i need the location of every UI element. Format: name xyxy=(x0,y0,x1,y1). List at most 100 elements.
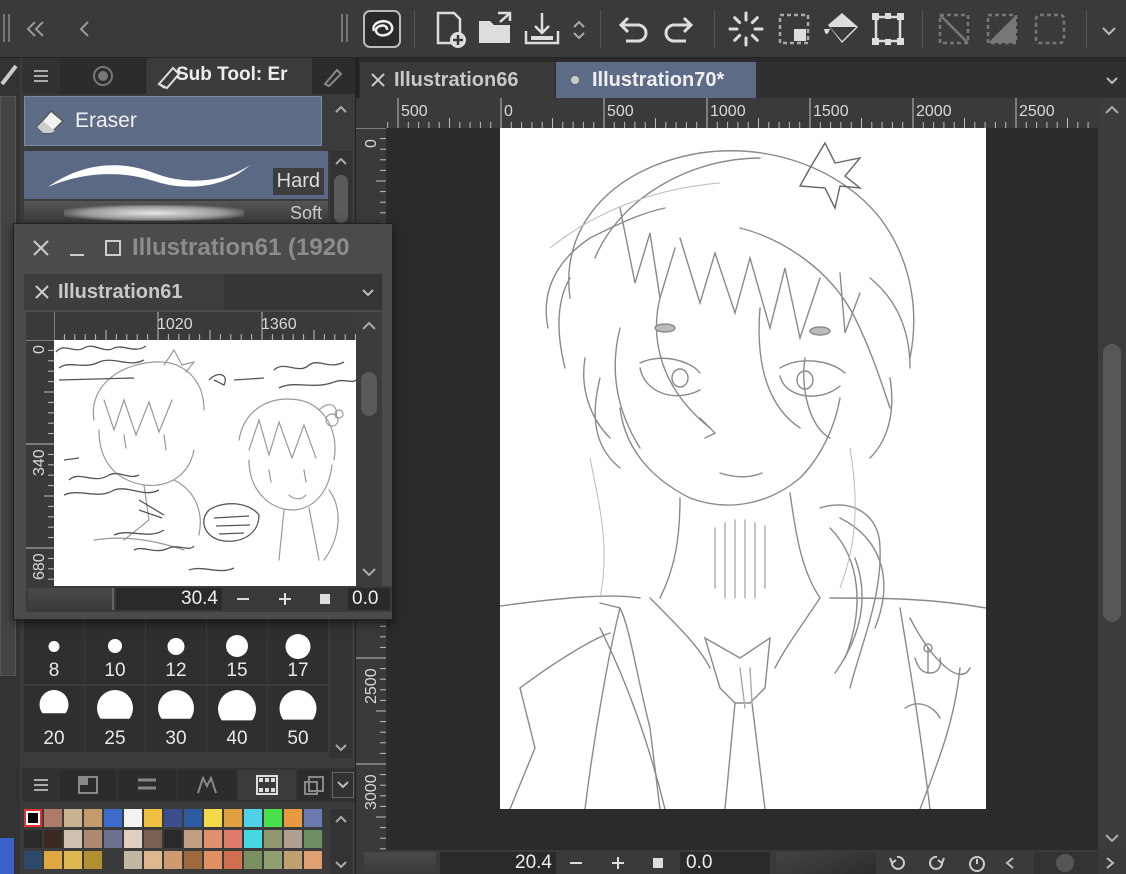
color-swatch[interactable] xyxy=(104,830,122,848)
maximize-window-icon[interactable] xyxy=(102,237,124,259)
new-file-icon[interactable] xyxy=(430,9,470,49)
scroll-right-icon[interactable] xyxy=(1100,852,1120,874)
color-swatch[interactable] xyxy=(224,809,242,827)
zoom-value[interactable]: 20.4 xyxy=(440,852,556,874)
scrollbar-thumb[interactable] xyxy=(1103,344,1121,622)
tab-illustration61[interactable]: Illustration61 xyxy=(24,274,224,310)
color-swatch[interactable] xyxy=(124,851,142,869)
selection-border-icon[interactable] xyxy=(1030,9,1070,49)
redo-icon[interactable] xyxy=(660,9,700,49)
canvas-paper[interactable] xyxy=(500,128,986,809)
color-swatch[interactable] xyxy=(304,851,322,869)
color-swatch[interactable] xyxy=(244,851,262,869)
color-swatch[interactable] xyxy=(84,830,102,848)
panel-grip-icon[interactable] xyxy=(338,12,352,44)
color-swatch[interactable] xyxy=(64,851,82,869)
loading-spinner-icon[interactable] xyxy=(726,9,766,49)
sub-tool-item-eraser[interactable]: Eraser xyxy=(24,96,322,146)
tab-intermediate-color[interactable] xyxy=(178,770,236,800)
fill-bucket-icon[interactable] xyxy=(822,9,862,49)
color-swatch[interactable] xyxy=(104,809,122,827)
brush-size-preset[interactable]: 10 xyxy=(85,618,145,684)
brush-size-preset[interactable]: 20 xyxy=(24,686,84,752)
brush-tip-hard[interactable]: Hard xyxy=(24,151,328,199)
color-swatch[interactable] xyxy=(204,851,222,869)
float-vertical-scrollbar[interactable] xyxy=(356,312,382,586)
panel-menu-icon[interactable] xyxy=(30,774,52,796)
zoom-out-icon[interactable] xyxy=(564,852,588,874)
color-swatch[interactable] xyxy=(144,851,162,869)
color-swatch[interactable] xyxy=(164,830,182,848)
zoom-slider[interactable] xyxy=(364,852,436,874)
color-swatch[interactable] xyxy=(64,830,82,848)
color-swatch[interactable] xyxy=(104,851,122,869)
float-vertical-ruler[interactable]: 0 340 680 xyxy=(26,340,54,586)
color-swatch[interactable] xyxy=(124,809,142,827)
zoom-in-icon[interactable] xyxy=(606,852,630,874)
color-swatch[interactable] xyxy=(304,830,322,848)
save-icon[interactable] xyxy=(522,9,562,49)
color-swatch[interactable] xyxy=(184,851,202,869)
fit-page-icon[interactable] xyxy=(646,852,670,874)
brush-size-preset[interactable]: 8 xyxy=(24,618,84,684)
select-all-icon[interactable] xyxy=(774,9,814,49)
color-swatch[interactable] xyxy=(144,809,162,827)
rotation-value[interactable]: 0.0 xyxy=(680,852,770,874)
pen-tool-icon[interactable] xyxy=(0,60,18,88)
panel-menu-icon[interactable] xyxy=(30,64,52,88)
float-horizontal-ruler[interactable]: 1020 1360 xyxy=(54,312,356,340)
canvas-vertical-scrollbar[interactable] xyxy=(1098,98,1126,850)
scroll-left-icon[interactable] xyxy=(1000,852,1020,874)
rotate-left-icon[interactable] xyxy=(884,852,910,874)
brush-size-preset[interactable]: 25 xyxy=(85,686,145,752)
scrollbar-thumb[interactable] xyxy=(361,372,377,416)
rotation-slider[interactable] xyxy=(776,852,876,874)
more-tabs-chevron-icon[interactable] xyxy=(332,772,354,798)
transform-icon[interactable] xyxy=(868,9,908,49)
tab-sub-tool[interactable]: Sub Tool: Er xyxy=(146,58,312,94)
collapse-chevron-icon[interactable] xyxy=(70,14,100,44)
rotation-value[interactable]: 0.0 xyxy=(348,588,390,610)
close-tab-icon[interactable] xyxy=(370,72,386,88)
brush-size-preset[interactable]: 12 xyxy=(146,618,206,684)
clip-studio-icon[interactable] xyxy=(362,9,402,49)
navigator-track[interactable] xyxy=(1034,852,1098,874)
color-swatch[interactable] xyxy=(44,809,62,827)
tab-color-history[interactable] xyxy=(298,770,330,800)
scroll-up-arrow[interactable] xyxy=(331,96,351,124)
color-set-scrollbar[interactable] xyxy=(330,809,352,874)
color-swatch[interactable] xyxy=(44,851,62,869)
color-swatch[interactable] xyxy=(224,851,242,869)
deselect-icon[interactable] xyxy=(934,9,974,49)
brush-size-preset[interactable]: 40 xyxy=(207,686,267,752)
tab-color-set[interactable] xyxy=(238,770,296,800)
collapse-double-chevron-icon[interactable] xyxy=(20,14,50,44)
zoom-value[interactable]: 30.4 xyxy=(116,588,222,610)
color-swatch[interactable] xyxy=(224,830,242,848)
color-swatch[interactable] xyxy=(184,809,202,827)
rotate-right-icon[interactable] xyxy=(924,852,950,874)
minimize-window-icon[interactable] xyxy=(66,237,88,259)
tab-tool[interactable] xyxy=(60,58,146,94)
tab-illustration70[interactable]: Illustration70* xyxy=(556,62,756,98)
color-swatch[interactable] xyxy=(304,809,322,827)
close-window-icon[interactable] xyxy=(30,237,52,259)
color-swatch[interactable] xyxy=(264,830,282,848)
color-swatch[interactable] xyxy=(164,809,182,827)
fit-page-icon[interactable] xyxy=(314,588,336,610)
zoom-out-icon[interactable] xyxy=(232,588,254,610)
brush-size-scrollbar[interactable] xyxy=(330,618,352,758)
tab-tool-property[interactable] xyxy=(312,58,355,94)
color-swatch[interactable] xyxy=(204,830,222,848)
invert-selection-icon[interactable] xyxy=(982,9,1022,49)
undo-icon[interactable] xyxy=(612,9,652,49)
color-swatch[interactable] xyxy=(44,830,62,848)
open-folder-icon[interactable] xyxy=(476,9,516,49)
color-swatch[interactable] xyxy=(204,809,222,827)
color-swatch[interactable] xyxy=(24,851,42,869)
brush-size-preset[interactable]: 17 xyxy=(268,618,328,684)
float-canvas-paper[interactable] xyxy=(54,340,356,586)
toolbar-more-chevron-icon[interactable] xyxy=(1096,18,1122,44)
color-swatch[interactable] xyxy=(284,809,302,827)
brush-size-preset[interactable]: 50 xyxy=(268,686,328,752)
